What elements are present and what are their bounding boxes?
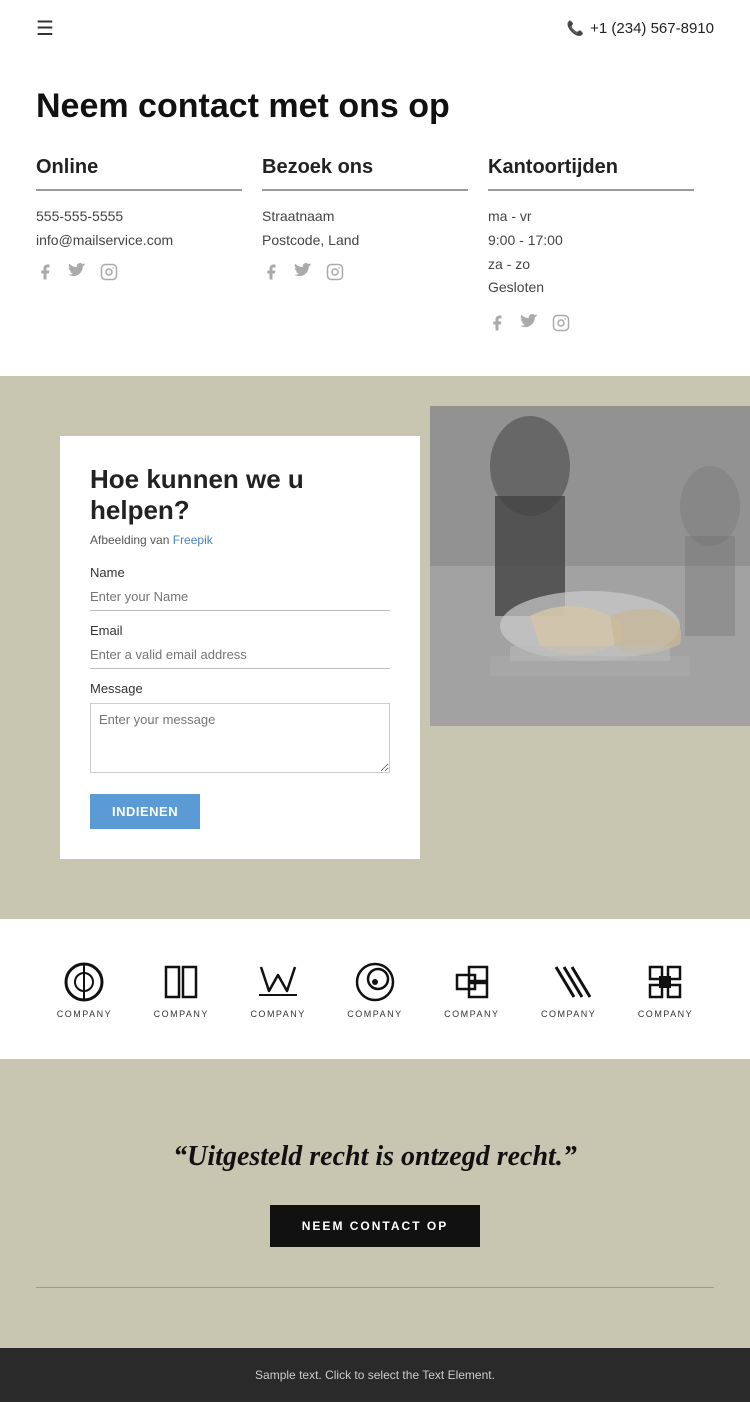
twitter-icon-3[interactable] [520,314,542,336]
twitter-icon-2[interactable] [294,263,316,285]
visit-street: Straatnaam [262,205,468,229]
contact-col-hours: Kantoortijden ma - vr 9:00 - 17:00 za - … [488,156,714,336]
submit-button[interactable]: INDIENEN [90,794,200,829]
online-phone: 555-555-5555 [36,205,242,229]
logo-item-5: COMPANY [444,959,499,1019]
logo-label-7: COMPANY [638,1009,693,1019]
online-heading: Online [36,156,242,179]
divider-visit [262,189,468,191]
hero-image [430,406,750,726]
hours-weekday: ma - vr [488,205,694,229]
contact-col-online: Online 555-555-5555 info@mailservice.com [36,156,262,336]
hours-weekend-status: Gesloten [488,276,694,300]
logo-svg-5 [449,959,495,1005]
hours-weekday-time: 9:00 - 17:00 [488,229,694,253]
phone-link[interactable]: 📞 +1 (234) 567-8910 [567,20,714,37]
form-card: Hoe kunnen we u helpen? Afbeelding van F… [60,436,420,858]
contact-section: Neem contact met ons op Online 555-555-5… [0,57,750,376]
email-input[interactable] [90,641,390,669]
logos-section: COMPANY COMPANY COMPANY [0,919,750,1059]
logo-label-6: COMPANY [541,1009,596,1019]
visit-postcode: Postcode, Land [262,229,468,253]
form-heading: Hoe kunnen we u helpen? [90,464,390,526]
logo-item-4: COMPANY [347,959,402,1019]
beige-inner: Hoe kunnen we u helpen? Afbeelding van F… [0,376,750,918]
logo-symbol-4 [352,959,398,1005]
instagram-icon-2[interactable] [326,263,348,285]
logo-label-4: COMPANY [347,1009,402,1019]
online-email: info@mailservice.com [36,229,242,253]
logo-symbol-6 [546,959,592,1005]
cta-button[interactable]: NEEM CONTACT OP [270,1205,480,1247]
logo-symbol-7 [642,959,688,1005]
facebook-icon-3[interactable] [488,314,510,336]
divider-line [36,1287,714,1288]
name-input[interactable] [90,583,390,611]
logo-label-3: COMPANY [250,1009,305,1019]
logo-svg-7 [642,959,688,1005]
freepik-link[interactable]: Freepik [173,533,213,547]
email-label: Email [90,623,390,638]
online-social-icons [36,263,242,285]
logo-item-3: COMPANY [250,959,305,1019]
footer-text: Sample text. Click to select the Text El… [255,1368,495,1382]
logo-svg-3 [255,959,301,1005]
instagram-icon[interactable] [100,263,122,285]
logo-item-6: COMPANY [541,959,596,1019]
logo-label-2: COMPANY [154,1009,209,1019]
hours-weekend: za - zo [488,253,694,277]
logo-label-1: COMPANY [57,1009,112,1019]
facebook-icon-2[interactable] [262,263,284,285]
visit-heading: Bezoek ons [262,156,468,179]
logo-symbol-5 [449,959,495,1005]
beige-section: Hoe kunnen we u helpen? Afbeelding van F… [0,376,750,918]
facebook-icon[interactable] [36,263,58,285]
page-title: Neem contact met ons op [36,87,714,126]
logo-label-5: COMPANY [444,1009,499,1019]
twitter-icon[interactable] [68,263,90,285]
header: ☰ 📞 +1 (234) 567-8910 [0,0,750,57]
hours-social-icons [488,314,694,336]
logo-symbol-2 [158,959,204,1005]
message-input[interactable] [90,703,390,773]
divider-online [36,189,242,191]
contact-columns: Online 555-555-5555 info@mailservice.com… [36,156,714,336]
logo-item-1: COMPANY [57,959,112,1019]
logo-symbol-3 [255,959,301,1005]
photo-credit: Afbeelding van Freepik [90,533,390,547]
quote-text: “Uitgesteld recht is ontzegd recht.” [36,1139,714,1175]
visit-social-icons [262,263,468,285]
logo-item-2: COMPANY [154,959,209,1019]
logo-svg-1 [61,959,107,1005]
name-label: Name [90,565,390,580]
divider-hours [488,189,694,191]
logo-item-7: COMPANY [638,959,693,1019]
hamburger-menu[interactable]: ☰ [36,16,54,41]
logo-symbol-1 [61,959,107,1005]
contact-col-visit: Bezoek ons Straatnaam Postcode, Land [262,156,488,336]
logo-svg-2 [158,959,204,1005]
hours-heading: Kantoortijden [488,156,694,179]
footer: Sample text. Click to select the Text El… [0,1348,750,1402]
instagram-icon-3[interactable] [552,314,574,336]
phone-icon: 📞 [567,20,584,37]
quote-section: “Uitgesteld recht is ontzegd recht.” NEE… [0,1059,750,1348]
message-label: Message [90,681,390,696]
phone-number: +1 (234) 567-8910 [590,20,714,37]
logo-svg-6 [546,959,592,1005]
logo-svg-4 [352,959,398,1005]
handshake-illustration [430,406,750,726]
